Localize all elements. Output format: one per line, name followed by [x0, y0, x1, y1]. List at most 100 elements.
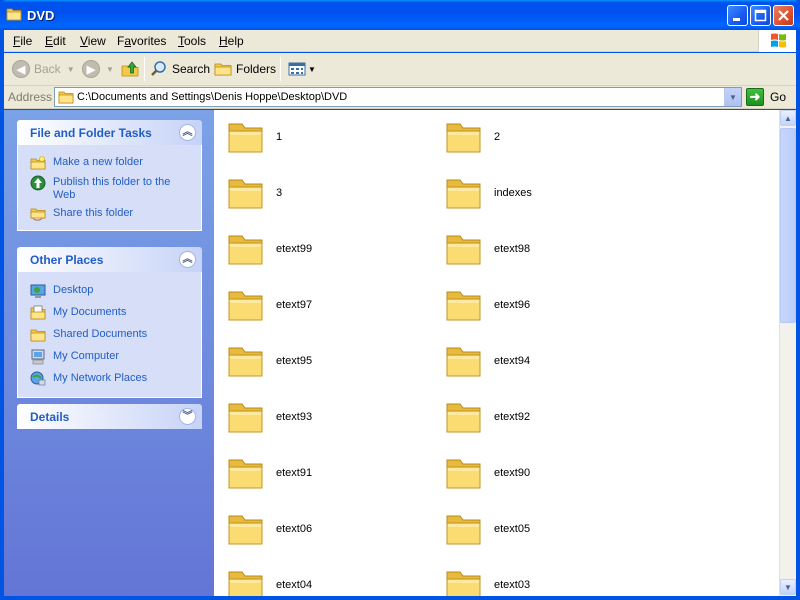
folder-item[interactable]: 2 — [436, 115, 646, 159]
file-folder-tasks-body: Make a new folder Publish this folder to… — [17, 145, 202, 231]
scroll-thumb[interactable] — [780, 128, 796, 323]
folder-icon — [228, 459, 263, 489]
other-places-header[interactable]: Other Places ︽ — [17, 247, 202, 272]
folder-item[interactable]: etext90 — [436, 451, 646, 495]
address-value: C:\Documents and Settings\Denis Hoppe\De… — [77, 91, 348, 103]
forward-dropdown-icon[interactable]: ▼ — [106, 65, 114, 74]
folder-name: etext93 — [276, 411, 313, 423]
folder-item[interactable]: 3 — [218, 171, 428, 215]
menu-help-accel: H — [219, 34, 228, 48]
place-label: Shared Documents — [53, 328, 148, 340]
up-folder-icon — [121, 61, 139, 77]
folder-item[interactable]: etext06 — [218, 507, 428, 551]
folder-name: 2 — [494, 131, 501, 143]
details-header[interactable]: Details ︾ — [17, 404, 202, 429]
address-input[interactable]: C:\Documents and Settings\Denis Hoppe\De… — [54, 87, 742, 107]
folder-item[interactable]: etext91 — [218, 451, 428, 495]
folders-button[interactable]: Folders — [214, 59, 276, 79]
expand-chevron-icon[interactable]: ︾ — [179, 408, 196, 425]
folder-icon — [228, 291, 263, 321]
maximize-button[interactable] — [750, 5, 771, 26]
vertical-scrollbar[interactable]: ▲ ▼ — [779, 110, 796, 596]
maximize-icon — [754, 9, 767, 22]
folder-icon — [446, 515, 481, 545]
task-label: Share this folder — [53, 207, 134, 219]
task-publish-web[interactable]: Publish this folder to the Web — [18, 173, 201, 204]
place-my-network-places[interactable]: My Network Places — [18, 369, 201, 389]
menu-edit-accel: E — [45, 34, 54, 48]
views-button[interactable]: ▼ — [288, 59, 316, 79]
menu-edit[interactable]: Edit — [45, 34, 66, 48]
folder-item[interactable]: etext94 — [436, 339, 646, 383]
views-dropdown-icon: ▼ — [308, 64, 316, 74]
toolbar: ◀ Back ▼ ▶ ▼ Search Folders ▼ — [4, 53, 796, 86]
collapse-chevron-icon[interactable]: ︽ — [179, 124, 196, 141]
scroll-up-icon: ▲ — [784, 113, 792, 123]
minimize-button[interactable] — [727, 5, 748, 26]
folder-name: etext05 — [494, 523, 531, 535]
folder-icon — [446, 459, 481, 489]
menu-tools-rest: ools — [184, 34, 207, 48]
folder-item[interactable]: indexes — [436, 171, 646, 215]
place-desktop[interactable]: Desktop — [18, 280, 201, 303]
folder-icon — [446, 291, 481, 321]
back-button[interactable]: ◀ Back ▼ — [12, 59, 75, 79]
folder-item[interactable]: etext95 — [218, 339, 428, 383]
scroll-up-button[interactable]: ▲ — [780, 110, 796, 126]
scroll-down-button[interactable]: ▼ — [780, 579, 796, 595]
place-my-documents[interactable]: My Documents — [18, 303, 201, 325]
folder-item[interactable]: etext96 — [436, 283, 646, 327]
close-button[interactable] — [773, 5, 794, 26]
menu-view-rest: iew — [87, 34, 106, 48]
search-button[interactable]: Search — [150, 59, 210, 79]
address-dropdown-button[interactable]: ▼ — [724, 88, 741, 106]
menu-tools[interactable]: Tools — [178, 34, 206, 48]
explorer-window: DVD File Edit View Favorites Tools Help — [0, 0, 800, 600]
task-share-folder[interactable]: Share this folder — [18, 204, 201, 224]
go-button[interactable]: ➜ Go — [746, 87, 786, 107]
folder-item[interactable]: etext99 — [218, 227, 428, 271]
toolbar-separator — [280, 57, 281, 81]
search-label: Search — [172, 62, 211, 76]
place-my-computer[interactable]: My Computer — [18, 347, 201, 369]
scroll-down-icon: ▼ — [784, 582, 792, 592]
folder-item[interactable]: etext03 — [436, 563, 646, 596]
folder-item[interactable]: etext92 — [436, 395, 646, 439]
folder-name: etext90 — [494, 467, 531, 479]
menu-view-accel: V — [80, 34, 88, 48]
menu-file-rest: ile — [20, 34, 33, 48]
menu-file[interactable]: File — [13, 34, 32, 48]
back-dropdown-icon[interactable]: ▼ — [67, 65, 75, 74]
folder-icon — [228, 403, 263, 433]
folder-item[interactable]: etext97 — [218, 283, 428, 327]
task-pane: File and Folder Tasks ︽ Make a new folde… — [4, 110, 214, 596]
place-shared-documents[interactable]: Shared Documents — [18, 325, 201, 347]
windows-flag-icon — [771, 33, 786, 48]
title-bar[interactable]: DVD — [0, 0, 800, 30]
menu-favorites[interactable]: Favorites — [117, 34, 166, 48]
share-folder-icon — [30, 208, 46, 221]
menu-view[interactable]: View — [80, 34, 106, 48]
folder-item[interactable]: etext98 — [436, 227, 646, 271]
menu-help[interactable]: Help — [219, 34, 244, 48]
folder-item[interactable]: etext05 — [436, 507, 646, 551]
folder-name: etext95 — [276, 355, 313, 367]
publish-web-icon — [30, 175, 46, 191]
folder-item[interactable]: etext04 — [218, 563, 428, 596]
up-folder-button[interactable] — [121, 59, 139, 79]
collapse-chevron-icon[interactable]: ︽ — [179, 251, 196, 268]
file-folder-tasks-header[interactable]: File and Folder Tasks ︽ — [17, 120, 202, 145]
close-icon — [778, 10, 789, 21]
folder-icon — [446, 179, 481, 209]
folder-icon — [6, 8, 22, 21]
forward-button[interactable]: ▶ ▼ — [82, 59, 114, 79]
file-view: 1 2 3 indexes etext99 etext98 etext97 etext96 et… — [214, 110, 779, 596]
back-label: Back — [34, 62, 61, 76]
task-label: Make a new folder — [53, 156, 143, 168]
folder-name: etext04 — [276, 579, 313, 591]
folder-icon — [228, 515, 263, 545]
folder-item[interactable]: etext93 — [218, 395, 428, 439]
folder-item[interactable]: 1 — [218, 115, 428, 159]
task-make-new-folder[interactable]: Make a new folder — [18, 153, 201, 173]
file-folder-tasks-panel: File and Folder Tasks ︽ Make a new folde… — [17, 120, 202, 231]
